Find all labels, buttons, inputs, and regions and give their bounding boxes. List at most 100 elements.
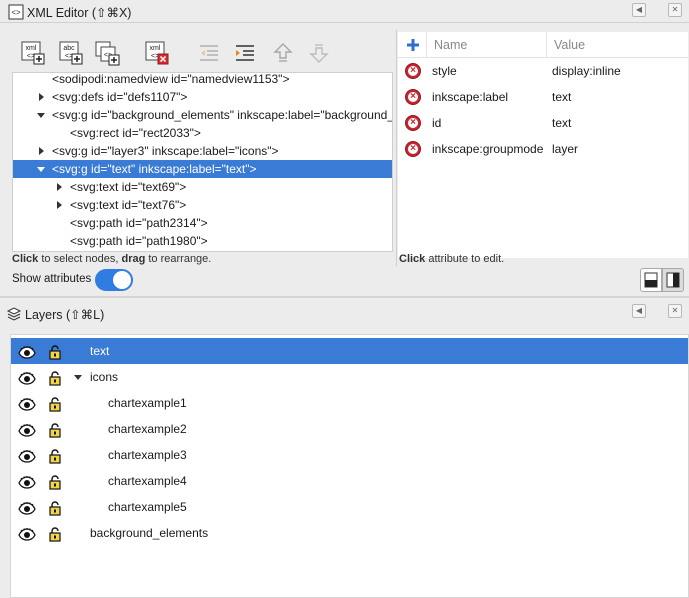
- xml-tree-node[interactable]: <svg:path id="path1980">: [13, 232, 392, 250]
- tree-hint-text1: to select nodes,: [38, 253, 122, 265]
- xml-tree-node[interactable]: <sodipodi:namedview id="namedview1153">: [13, 72, 392, 88]
- xml-tree-node[interactable]: <svg:text id="text76">: [13, 196, 392, 214]
- layer-label: chartexample2: [108, 422, 187, 436]
- lock-icon[interactable]: [48, 525, 62, 551]
- xml-tree-node-label: <svg:text id="text76">: [70, 198, 187, 212]
- duplicate-node-icon: <>: [95, 41, 120, 66]
- layer-label: icons: [90, 370, 119, 384]
- layer-row[interactable]: chartexample3: [11, 442, 688, 468]
- lower-node-icon: [309, 44, 329, 63]
- delete-attribute-icon[interactable]: ×: [405, 89, 421, 105]
- xml-tree-node[interactable]: <svg:g id="layer3" inkscape:label="icons…: [13, 142, 392, 160]
- attributes-hint: Click attribute to edit.: [399, 253, 504, 265]
- raise-node-button[interactable]: [270, 40, 296, 66]
- new-text-label: abc: [63, 45, 75, 52]
- xml-tree-node-label: <sodipodi:namedview id="namedview1153">: [52, 72, 290, 86]
- show-attributes-label: Show attributes: [12, 273, 92, 285]
- new-element-text: xml: [26, 45, 37, 52]
- visibility-eye-icon[interactable]: [18, 525, 36, 551]
- xml-tree-node[interactable]: <svg:text id="text69">: [13, 178, 392, 196]
- delete-attribute-glyph: ×: [410, 65, 416, 76]
- new-text-node-button[interactable]: abc <>: [58, 40, 84, 66]
- layers-icon: [6, 307, 22, 321]
- attribute-name: style: [432, 64, 457, 78]
- xml-node-tree[interactable]: <sodipodi:namedview id="namedview1153"> <…: [12, 72, 393, 252]
- layer-row[interactable]: icons: [11, 364, 688, 390]
- xml-tree-node-label: <svg:rect id="rect2033">: [70, 126, 201, 140]
- layer-row[interactable]: chartexample5: [11, 494, 688, 520]
- xml-tree-node-label: <svg:text id="text69">: [70, 180, 187, 194]
- delete-node-button[interactable]: xml <>: [144, 40, 170, 66]
- delete-attribute-glyph: ×: [410, 143, 416, 154]
- xml-tree-node[interactable]: <svg:g id="text" inkscape:label="text">: [13, 160, 392, 178]
- svg-text:<>: <>: [11, 8, 21, 17]
- indent-node-icon: [236, 45, 254, 61]
- attribute-value[interactable]: text: [552, 90, 571, 104]
- collapsed-arrow-icon[interactable]: [57, 183, 62, 191]
- xml-editor-close-button[interactable]: ✕: [668, 3, 682, 17]
- layer-row[interactable]: text: [11, 338, 688, 364]
- delete-attribute-icon[interactable]: ×: [405, 115, 421, 131]
- xml-tree-node[interactable]: <svg:rect id="rect2033">: [13, 124, 392, 142]
- indent-node-button[interactable]: [232, 40, 258, 66]
- layers-title: Layers (⇧⌘L): [25, 307, 105, 322]
- attribute-value[interactable]: display:inline: [552, 64, 621, 78]
- expanded-arrow-icon[interactable]: [74, 375, 82, 380]
- attribute-row[interactable]: × inkscape:label text: [398, 84, 688, 110]
- attribute-value-header[interactable]: Value: [554, 38, 585, 52]
- collapsed-arrow-icon[interactable]: [39, 93, 44, 101]
- raise-node-icon: [273, 43, 293, 62]
- delete-attribute-icon[interactable]: ×: [405, 63, 421, 79]
- collapsed-arrow-icon[interactable]: [39, 147, 44, 155]
- attribute-row[interactable]: × style display:inline: [398, 58, 688, 84]
- layout-vertical-button[interactable]: [662, 268, 684, 292]
- delete-attribute-icon[interactable]: ×: [405, 141, 421, 157]
- layers-undock-button[interactable]: ◀: [632, 304, 646, 318]
- collapsed-arrow-icon[interactable]: [57, 201, 62, 209]
- xml-editor-icon: <>: [8, 4, 24, 20]
- xml-tree-node[interactable]: <svg:g id="background_elements" inkscape…: [13, 106, 392, 124]
- expanded-arrow-icon[interactable]: [37, 167, 45, 172]
- layers-close-button[interactable]: ✕: [668, 304, 682, 318]
- layer-label: chartexample4: [108, 474, 187, 488]
- xml-tree-node[interactable]: <svg:path id="path2314">: [13, 214, 392, 232]
- layer-row[interactable]: chartexample1: [11, 390, 688, 416]
- unindent-node-icon: [200, 45, 218, 61]
- attribute-row[interactable]: × inkscape:groupmode layer: [398, 136, 688, 162]
- attribute-name-header[interactable]: Name: [434, 38, 467, 52]
- attribute-value[interactable]: text: [552, 116, 571, 130]
- dock-separator[interactable]: [0, 296, 689, 298]
- delete-attribute-glyph: ×: [410, 91, 416, 102]
- attributes-hint-text: attribute to edit.: [425, 253, 505, 265]
- xml-editor-undock-button[interactable]: ◀: [632, 3, 646, 17]
- show-attributes-toggle[interactable]: [95, 269, 133, 291]
- layout-horizontal-button[interactable]: [640, 268, 662, 292]
- tree-hint-text2: to rearrange.: [145, 253, 212, 265]
- delete-attribute-glyph: ×: [410, 117, 416, 128]
- lower-node-button[interactable]: [306, 40, 332, 66]
- duplicate-node-button[interactable]: <>: [94, 40, 120, 66]
- attributes-hint-click: Click: [399, 253, 426, 265]
- xml-editor-header: <> XML Editor (⇧⌘X): [8, 4, 131, 20]
- xml-tree-node-label: <svg:path id="path1980">: [70, 234, 208, 248]
- unindent-node-button[interactable]: [196, 40, 222, 66]
- layout-vertical-icon: [666, 272, 680, 288]
- layer-row[interactable]: background_elements: [11, 520, 688, 546]
- layer-row[interactable]: chartexample2: [11, 416, 688, 442]
- layers-header: Layers (⇧⌘L): [6, 306, 104, 322]
- attribute-value[interactable]: layer: [552, 142, 578, 156]
- new-text-node-icon: abc <>: [59, 41, 83, 65]
- new-element-node-button[interactable]: xml <>: [20, 40, 46, 66]
- xml-tree-node-label: <svg:g id="layer3" inkscape:label="icons…: [52, 144, 279, 158]
- layer-row[interactable]: chartexample4: [11, 468, 688, 494]
- attribute-name: inkscape:label: [432, 90, 509, 104]
- xml-tree-node[interactable]: <svg:defs id="defs1107">: [13, 88, 392, 106]
- attribute-row[interactable]: × id text: [398, 110, 688, 136]
- layers-list[interactable]: text icons chartexample1 chartexample2 chart…: [10, 334, 689, 598]
- tree-hint-drag: drag: [121, 253, 146, 265]
- panel-splitter[interactable]: [396, 30, 397, 266]
- attributes-table: Name Value × style display:inline × inkscape…: [398, 32, 688, 258]
- add-attribute-icon[interactable]: [406, 38, 420, 52]
- tree-hint: Click to select nodes, drag to rearrange…: [12, 253, 211, 265]
- expanded-arrow-icon[interactable]: [37, 113, 45, 118]
